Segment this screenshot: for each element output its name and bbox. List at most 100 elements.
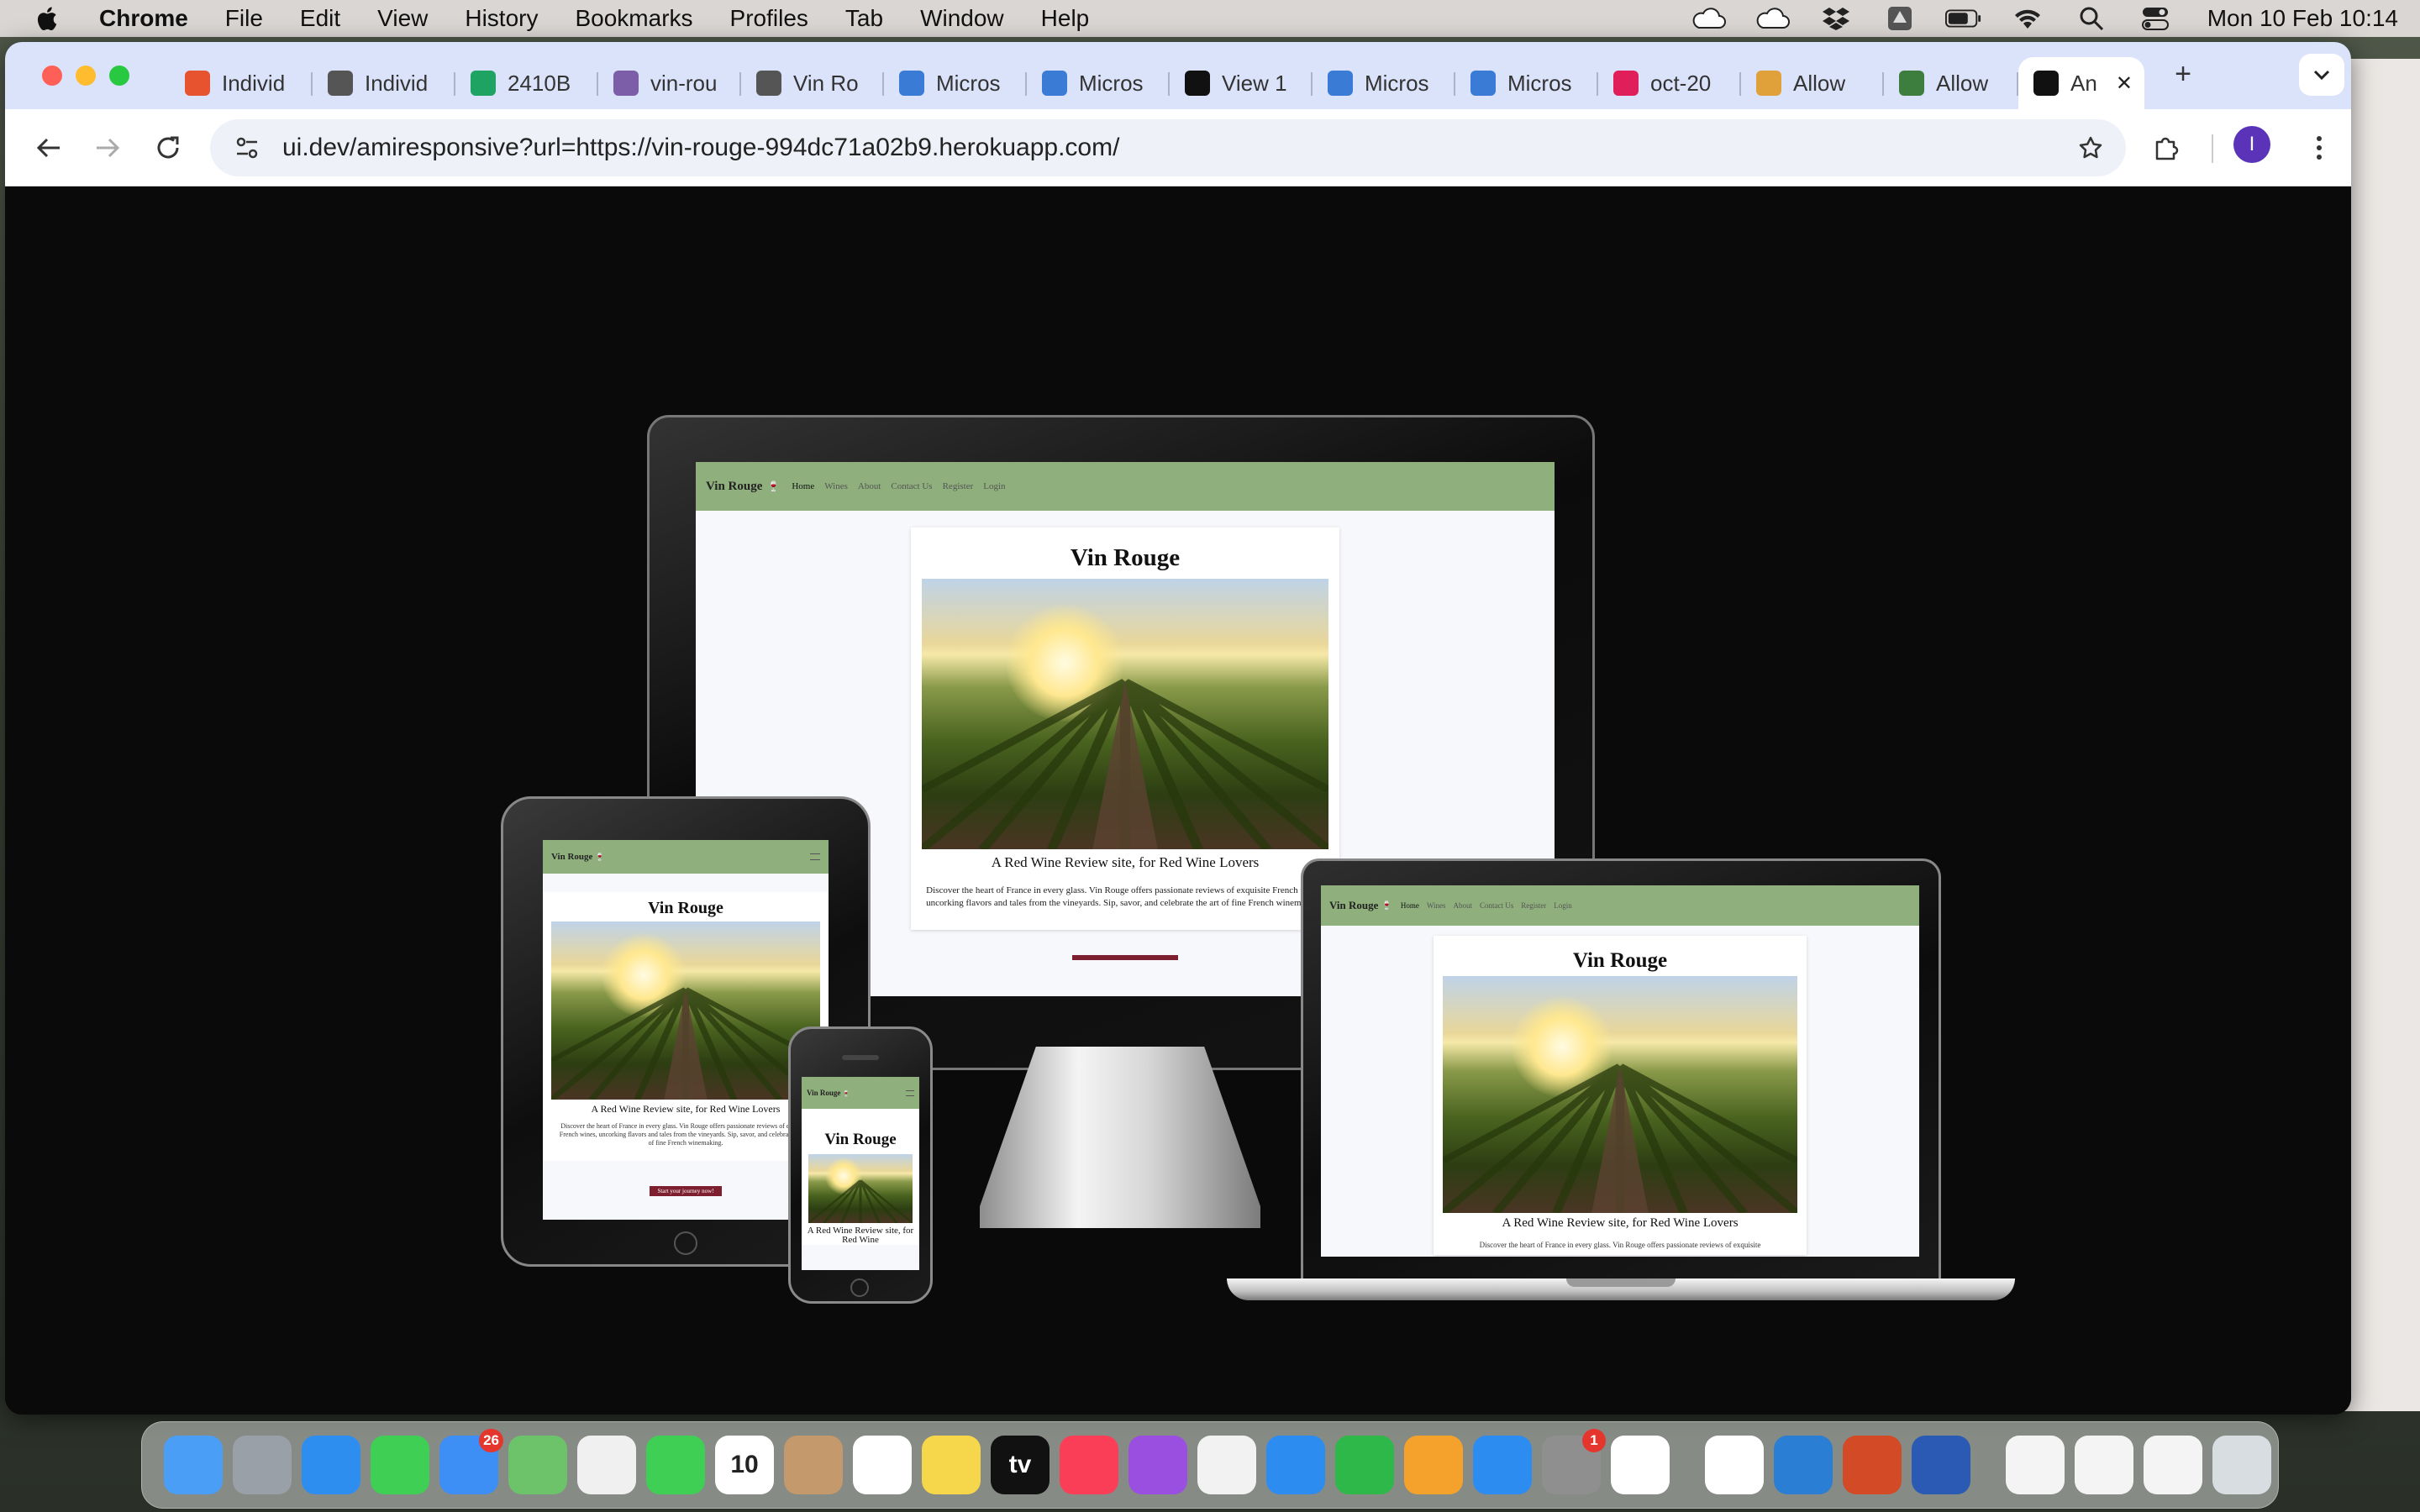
menu-tab[interactable]: Tab: [845, 5, 883, 32]
music-icon[interactable]: [1060, 1436, 1118, 1494]
browser-tab[interactable]: Individ: [313, 57, 455, 109]
google-drive-icon[interactable]: [1881, 6, 1918, 31]
browser-tab[interactable]: oct-20: [1598, 57, 1741, 109]
menu-app-chrome[interactable]: Chrome: [99, 5, 188, 32]
menu-profiles[interactable]: Profiles: [730, 5, 808, 32]
word-icon[interactable]: [1912, 1436, 1970, 1494]
bookmark-star-icon[interactable]: [2067, 124, 2114, 171]
recent-doc-3-icon[interactable]: [2144, 1436, 2202, 1494]
desktop-site-brand[interactable]: Vin Rouge: [706, 480, 762, 494]
numbers-icon[interactable]: [1335, 1436, 1394, 1494]
mail-icon[interactable]: 26: [439, 1429, 503, 1494]
menu-view[interactable]: View: [377, 5, 428, 32]
hamburger-menu-icon[interactable]: [810, 853, 820, 860]
maps-icon[interactable]: [508, 1436, 567, 1494]
browser-tab[interactable]: View 1: [1170, 57, 1313, 109]
laptop-nav-wines[interactable]: Wines: [1427, 901, 1446, 910]
desktop-cta-button[interactable]: [1072, 955, 1178, 960]
browser-tab[interactable]: Individ: [170, 57, 313, 109]
hamburger-menu-icon[interactable]: [906, 1089, 914, 1096]
recent-doc-1-icon[interactable]: [2006, 1436, 2065, 1494]
laptop-nav-login[interactable]: Login: [1554, 901, 1572, 910]
desktop-nav-register[interactable]: Register: [943, 481, 974, 491]
photos-icon[interactable]: [577, 1436, 636, 1494]
desktop-nav-login[interactable]: Login: [983, 481, 1005, 491]
podcasts-icon[interactable]: [1128, 1436, 1187, 1494]
dropbox-icon[interactable]: [1818, 6, 1854, 31]
vscode-icon[interactable]: [1774, 1436, 1833, 1494]
contacts-icon[interactable]: [784, 1436, 843, 1494]
tablet-cta-button[interactable]: Start your journey now!: [650, 1186, 722, 1196]
browser-tab[interactable]: Micros: [1027, 57, 1170, 109]
icloud-icon[interactable]: [1690, 6, 1727, 31]
site-info-tune-icon[interactable]: [229, 129, 266, 166]
pages-icon[interactable]: [1404, 1436, 1463, 1494]
notes-icon[interactable]: [922, 1436, 981, 1494]
tab-close-icon[interactable]: ✕: [2116, 71, 2133, 96]
launchpad-icon[interactable]: [233, 1436, 292, 1494]
browser-tab[interactable]: Vin Ro: [741, 57, 884, 109]
chrome-icon[interactable]: [1611, 1436, 1670, 1494]
onedrive-icon[interactable]: [1754, 6, 1791, 31]
calendar-icon[interactable]: 10: [715, 1436, 774, 1494]
recent-doc-2-icon[interactable]: [2075, 1436, 2133, 1494]
menu-help[interactable]: Help: [1041, 5, 1090, 32]
trash-icon[interactable]: [2212, 1436, 2271, 1494]
desktop-nav-about[interactable]: About: [858, 481, 881, 491]
address-bar[interactable]: ui.dev/amiresponsive?url=https://vin-rou…: [210, 119, 2126, 176]
browser-tab[interactable]: Micros: [884, 57, 1027, 109]
new-tab-plus-icon[interactable]: +: [2160, 50, 2207, 97]
menu-bar-clock[interactable]: Mon 10 Feb 10:14: [2207, 5, 2398, 32]
tablet-site-brand[interactable]: Vin Rouge: [551, 852, 592, 862]
browser-tab[interactable]: 2410B: [455, 57, 598, 109]
browser-tab[interactable]: An ✕: [2018, 57, 2144, 109]
keynote-icon[interactable]: [1266, 1436, 1325, 1494]
extensions-puzzle-icon[interactable]: [2143, 124, 2190, 171]
wifi-icon[interactable]: [2009, 6, 2046, 31]
safari-icon[interactable]: [302, 1436, 360, 1494]
back-arrow-icon[interactable]: [25, 124, 72, 171]
menu-history[interactable]: History: [465, 5, 538, 32]
menu-bookmarks[interactable]: Bookmarks: [575, 5, 692, 32]
control-center-icon[interactable]: [2137, 6, 2174, 31]
finder-icon[interactable]: [164, 1436, 223, 1494]
menu-file[interactable]: File: [225, 5, 263, 32]
menu-window[interactable]: Window: [920, 5, 1004, 32]
laptop-nav-home[interactable]: Home: [1401, 901, 1419, 910]
tab-search-chevron-icon[interactable]: [2299, 54, 2344, 96]
browser-tab[interactable]: Allow: [1741, 57, 1884, 109]
browser-tab[interactable]: vin-rou: [598, 57, 741, 109]
window-zoom-button[interactable]: [109, 66, 129, 86]
news-icon[interactable]: [1197, 1436, 1256, 1494]
laptop-nav-contact[interactable]: Contact Us: [1480, 901, 1513, 910]
system-settings-icon[interactable]: 1: [1542, 1429, 1606, 1494]
laptop-nav-about[interactable]: About: [1453, 901, 1472, 910]
desktop-nav-wines[interactable]: Wines: [824, 481, 848, 491]
phone-site-brand[interactable]: Vin Rouge: [807, 1089, 840, 1097]
laptop-site-brand[interactable]: Vin Rouge: [1329, 899, 1378, 912]
browser-tab[interactable]: Micros: [1313, 57, 1455, 109]
menu-edit[interactable]: Edit: [300, 5, 340, 32]
battery-icon[interactable]: [1944, 6, 1982, 31]
chrome-menu-kebab-icon[interactable]: [2296, 124, 2343, 171]
apple-logo-icon[interactable]: [34, 5, 59, 32]
facetime-icon[interactable]: [646, 1436, 705, 1494]
reminders-icon[interactable]: [853, 1436, 912, 1494]
laptop-nav-register[interactable]: Register: [1521, 901, 1546, 910]
browser-tab[interactable]: Allow: [1884, 57, 2018, 109]
forward-arrow-icon[interactable]: [84, 124, 131, 171]
desktop-nav-contact[interactable]: Contact Us: [891, 481, 932, 491]
messages-icon[interactable]: [371, 1436, 429, 1494]
appstore-icon[interactable]: [1473, 1436, 1532, 1494]
spotlight-search-icon[interactable]: [2073, 6, 2110, 31]
desktop-nav-home[interactable]: Home: [792, 481, 814, 491]
appletv-icon[interactable]: tv: [991, 1436, 1050, 1494]
browser-tab[interactable]: Micros: [1455, 57, 1598, 109]
profile-avatar[interactable]: I: [2233, 126, 2270, 163]
window-close-button[interactable]: [42, 66, 62, 86]
url-text[interactable]: ui.dev/amiresponsive?url=https://vin-rou…: [282, 134, 1119, 162]
reload-icon[interactable]: [145, 124, 192, 171]
window-minimize-button[interactable]: [76, 66, 96, 86]
powerpoint-icon[interactable]: [1843, 1436, 1902, 1494]
facemoji-icon[interactable]: [1705, 1436, 1764, 1494]
